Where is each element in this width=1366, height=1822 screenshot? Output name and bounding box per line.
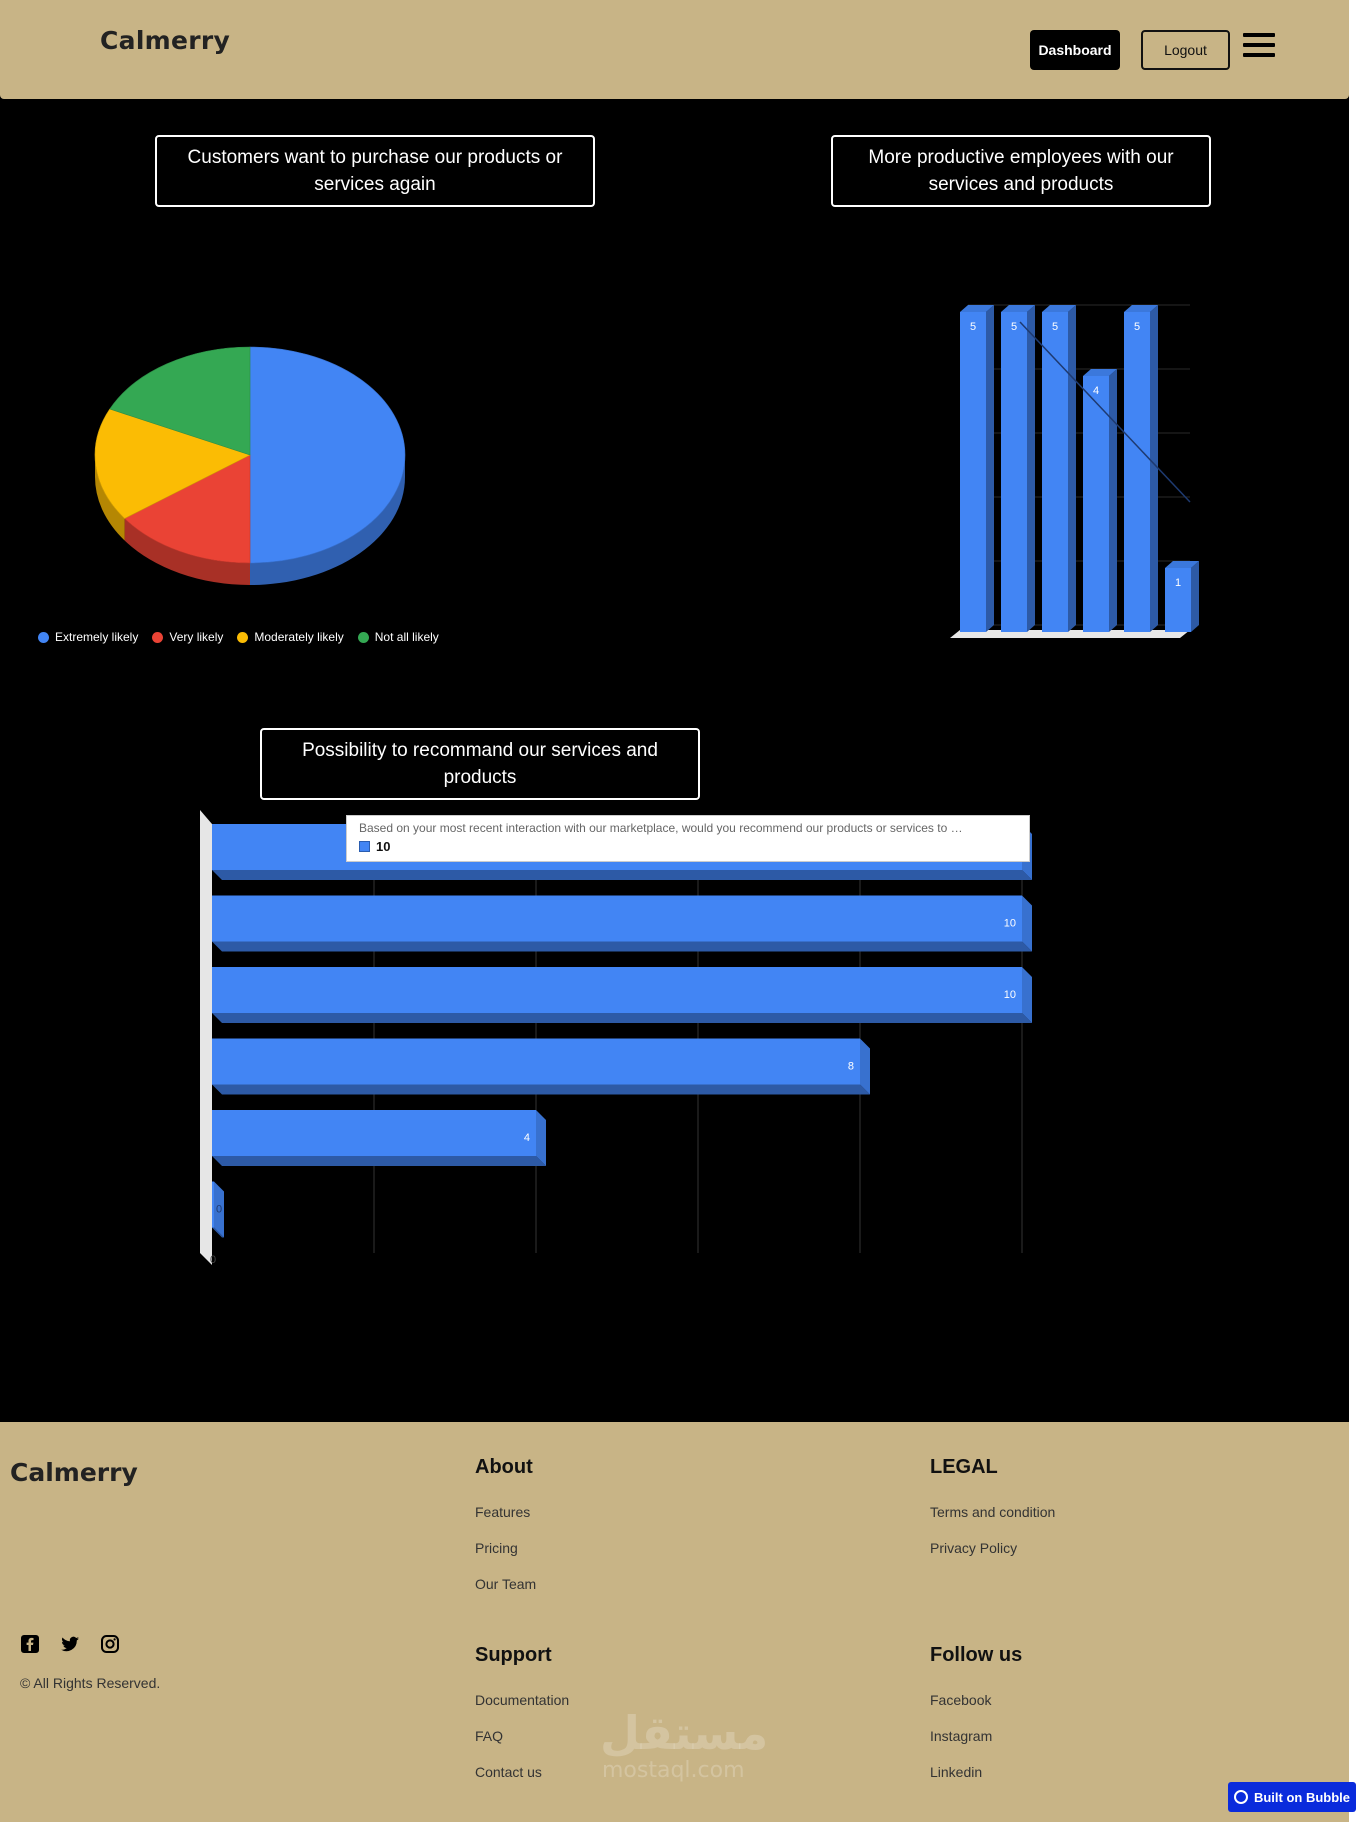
hbar-bar-bottom [212,941,1032,952]
pie-legend: Extremely likely Very likely Moderately … [38,630,439,644]
bar-chart-title: Possibility to recommand our services an… [260,728,700,800]
column-bar [960,312,986,632]
column-chart: 5 5 5 4 5 1 [950,304,1199,638]
footer-brand[interactable]: Calmerry [10,1458,138,1487]
column-bar-side [1150,305,1158,632]
footer-link-our-team[interactable]: Our Team [475,1576,536,1592]
column-bar-side [1027,305,1035,632]
bubble-logo-icon [1233,1790,1248,1804]
pie-chart-title: Customers want to purchase our products … [155,135,595,207]
hbar-data-label: 10 [1004,918,1016,930]
hbar-wall [200,810,212,1265]
hbar-data-label: 4 [524,1132,530,1144]
hamburger-menu-icon[interactable] [1243,33,1275,63]
pie-chart [94,346,406,585]
hbar-bar [212,1181,214,1228]
column-bar-side [1109,369,1117,632]
tooltip-question: Based on your most recent interaction wi… [359,821,963,835]
footer-legal-heading: LEGAL [930,1456,998,1478]
watermark-subtext: mostaql.com [602,1758,745,1783]
footer-link-documentation[interactable]: Documentation [475,1692,569,1708]
chart-tooltip: Based on your most recent interaction wi… [346,815,1030,862]
legend-item[interactable]: Very likely [152,630,223,644]
page: Calmerry Dashboard Logout Customers want… [0,0,1349,1822]
legend-swatch [152,631,164,643]
footer-link-privacy[interactable]: Privacy Policy [930,1540,1017,1556]
tooltip-value: 10 [376,839,391,854]
copyright-text: © All Rights Reserved. [20,1675,161,1691]
brand-logo[interactable]: Calmerry [100,26,230,55]
instagram-icon[interactable] [100,1634,120,1654]
legend-item[interactable]: Not all likely [357,630,439,644]
footer-link-pricing[interactable]: Pricing [475,1540,518,1556]
footer-link-instagram[interactable]: Instagram [930,1728,992,1744]
footer-link-linkedin[interactable]: Linkedin [930,1764,982,1780]
legend-label: Extremely likely [55,630,139,644]
footer-about-heading: About [475,1456,533,1478]
column-data-label: 5 [970,321,976,333]
column-bar [1001,312,1027,632]
legend-swatch [237,631,249,643]
header: Calmerry Dashboard Logout [0,0,1349,99]
footer-link-faq[interactable]: FAQ [475,1728,503,1744]
column-bar [1083,376,1109,632]
hbar-bar [212,1110,536,1156]
footer-support-heading: Support [475,1644,552,1666]
hbar-bar [212,895,1022,942]
watermark-text: مستقل [600,1706,769,1760]
legend-item[interactable]: Extremely likely [38,630,138,644]
legend-label: Moderately likely [254,630,344,644]
tooltip-swatch [359,841,370,852]
hbar-bar [212,967,1022,1013]
logout-button[interactable]: Logout [1141,30,1230,70]
column-bar-side [986,305,994,632]
legend-item[interactable]: Moderately likely [237,630,344,644]
column-data-label: 1 [1175,577,1181,589]
footer-link-contact[interactable]: Contact us [475,1764,542,1780]
bubble-badge-label: Built on Bubble [1253,1789,1351,1805]
dashboard-button[interactable]: Dashboard [1030,30,1120,70]
column-data-label: 5 [1011,321,1017,333]
hbar-data-label: 0 [216,1204,222,1216]
hbar-bar-bottom [212,1013,1032,1023]
legend-swatch [357,631,369,643]
hbar-bar-bottom [212,870,1032,880]
column-data-label: 5 [1134,321,1140,333]
horizontal-bar-chart: 10 10 10 8 4 0 0 [200,810,1032,1266]
column-chart-title: More productive employees with our servi… [831,135,1211,207]
hbar-bar-bottom [212,1156,546,1166]
footer-follow-heading: Follow us [930,1644,1023,1666]
hbar-data-label: 10 [1004,989,1016,1001]
footer-link-terms[interactable]: Terms and condition [930,1504,1055,1520]
facebook-icon[interactable] [20,1634,40,1654]
column-bar-side [1068,305,1076,632]
hbar-axis-label: 0 [210,1254,216,1266]
legend-swatch [38,631,49,643]
footer-link-features[interactable]: Features [475,1504,530,1520]
legend-label: Not all likely [374,630,439,644]
footer-link-facebook[interactable]: Facebook [930,1692,991,1708]
column-bar [1124,312,1150,632]
column-data-label: 4 [1093,385,1099,397]
column-bar-side [1191,561,1199,632]
built-on-bubble-badge[interactable]: Built on Bubble [1228,1782,1356,1812]
hbar-bar-bottom [212,1084,870,1095]
twitter-icon[interactable] [60,1634,80,1654]
hbar-data-label: 8 [848,1061,854,1073]
social-icons [20,1634,120,1654]
legend-label: Very likely [169,630,224,644]
hbar-bar [212,1038,860,1085]
column-data-label: 5 [1052,321,1058,333]
